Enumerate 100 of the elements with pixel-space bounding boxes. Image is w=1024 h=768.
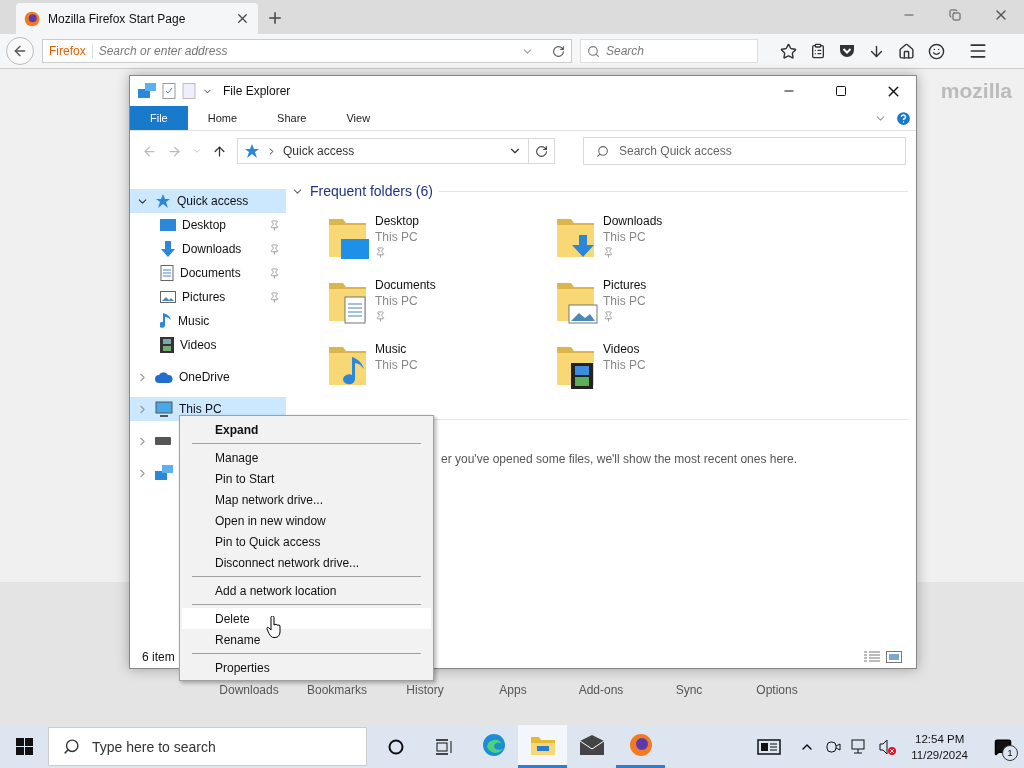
document-icon — [160, 265, 174, 281]
search-field[interactable]: Search Quick access — [583, 137, 906, 165]
browser-wave-icon — [481, 733, 506, 757]
large-icons-view-icon[interactable] — [886, 651, 902, 663]
new-tab-icon[interactable] — [266, 9, 284, 27]
star-icon — [155, 193, 171, 209]
search-field[interactable]: Search — [580, 39, 758, 63]
picture-icon — [160, 290, 176, 304]
menu-item[interactable]: Map network drive... — [182, 489, 431, 510]
nav-item[interactable]: Videos — [130, 333, 286, 357]
restore-icon[interactable] — [949, 9, 961, 21]
folder-location: This PC — [603, 229, 647, 245]
launcher-label[interactable]: Downloads — [205, 683, 293, 697]
menu-item[interactable]: Open in new window — [182, 510, 431, 531]
circle-icon[interactable] — [387, 738, 404, 755]
address-field[interactable]: Firefox Search or enter address — [42, 39, 572, 63]
bookmark-star-icon[interactable] — [780, 42, 797, 60]
search-icon — [596, 144, 609, 158]
hand-cursor-icon — [266, 616, 282, 638]
windows-logo-icon[interactable] — [15, 738, 33, 755]
folder-name[interactable]: Downloads — [603, 213, 663, 229]
reload-icon[interactable] — [552, 44, 565, 58]
firefox-logo-icon — [628, 733, 653, 757]
up-icon[interactable] — [212, 143, 227, 159]
folder-name[interactable]: Pictures — [603, 277, 647, 293]
launcher-label[interactable]: Bookmarks — [293, 683, 381, 697]
folder-name[interactable]: Videos — [603, 341, 646, 357]
launcher-label[interactable]: Add-ons — [557, 683, 645, 697]
back-icon[interactable] — [12, 43, 28, 59]
network-icon — [138, 83, 156, 99]
search-icon — [63, 738, 80, 755]
search-icon — [587, 44, 600, 58]
folder-location: This PC — [375, 357, 418, 373]
menu-item[interactable]: Pin to Start — [182, 468, 431, 489]
browser-tab[interactable]: Mozilla Firefox Start Page — [16, 3, 258, 34]
film-icon — [160, 337, 174, 353]
cloud-icon — [155, 371, 173, 383]
folder-name[interactable]: Desktop — [375, 213, 420, 229]
section-title[interactable]: Frequent folders (6) — [310, 183, 433, 199]
item-count: 6 item — [142, 650, 175, 664]
launcher-label[interactable]: Sync — [645, 683, 733, 697]
menu-item[interactable]: Disconnect network drive... — [182, 552, 431, 573]
folder-location: This PC — [603, 357, 646, 373]
folder-location: This PC — [603, 293, 647, 309]
computer-icon — [155, 401, 173, 417]
ribbon-tab[interactable]: Share — [257, 106, 327, 130]
refresh-icon[interactable] — [535, 144, 548, 158]
news-icon[interactable] — [757, 738, 782, 755]
window-title: File Explorer — [223, 84, 292, 98]
launcher-label[interactable]: Options — [733, 683, 821, 697]
close-tab-icon[interactable] — [235, 11, 250, 26]
recent-files-hint: er you've opened some files, we'll show the most recent ones here. — [441, 452, 799, 466]
nav-item[interactable]: Downloads — [130, 237, 286, 261]
nav-item[interactable]: Pictures — [130, 285, 286, 309]
taskbar-search-field[interactable]: Type here to search — [48, 727, 367, 766]
download-arrow-icon — [160, 241, 176, 257]
ribbon-tab[interactable]: File — [130, 106, 188, 130]
folder-location: This PC — [375, 229, 419, 245]
home-icon[interactable] — [898, 42, 915, 60]
ribbon-tab[interactable]: Home — [187, 106, 258, 130]
camera-icon[interactable] — [825, 738, 842, 755]
folder-name[interactable]: Documents — [375, 277, 436, 293]
menu-item[interactable]: Rename — [182, 629, 431, 650]
task-view-icon[interactable] — [435, 738, 454, 755]
star-icon — [244, 143, 260, 159]
properties-icon[interactable] — [162, 83, 176, 99]
clock[interactable]: 12:54 PM 11/29/2024 — [911, 730, 968, 763]
menu-item[interactable]: Properties — [182, 657, 431, 678]
launcher-label[interactable]: Apps — [469, 683, 557, 697]
nav-item[interactable]: OneDrive — [130, 365, 286, 389]
menu-item[interactable]: Pin to Quick access — [182, 531, 431, 552]
clipboard-icon[interactable] — [810, 43, 826, 59]
menu-item[interactable]: Delete — [182, 608, 431, 629]
desktop-icon — [160, 218, 176, 232]
network-icon — [155, 465, 173, 481]
muted-speaker-icon[interactable] — [879, 738, 898, 755]
help-icon[interactable] — [895, 109, 912, 127]
nav-item[interactable]: Quick access — [130, 189, 286, 213]
folder-icon — [530, 735, 555, 755]
smiley-icon[interactable] — [928, 42, 945, 60]
menu-item[interactable]: Manage — [182, 447, 431, 468]
envelope-icon — [579, 735, 604, 755]
music-note-icon — [160, 313, 172, 329]
nav-item[interactable]: Desktop — [130, 213, 286, 237]
maximize-icon[interactable] — [835, 85, 847, 97]
launcher-label[interactable]: History — [381, 683, 469, 697]
nav-item[interactable]: Documents — [130, 261, 286, 285]
menu-item[interactable]: Add a network location — [182, 580, 431, 601]
nav-item[interactable]: Music — [130, 309, 286, 333]
notifications-button[interactable]: 1 — [990, 732, 1016, 761]
taskbar-app-button[interactable] — [518, 725, 567, 768]
address-bar[interactable]: Quick access — [237, 138, 529, 164]
folder-name[interactable]: Music — [375, 341, 418, 357]
ribbon-tab[interactable]: View — [326, 106, 391, 130]
menu-item[interactable]: Expand — [182, 419, 431, 440]
refresh-button[interactable] — [529, 138, 555, 164]
menu-icon[interactable] — [968, 41, 988, 61]
pocket-icon[interactable] — [839, 43, 855, 59]
drive-icon — [155, 437, 171, 445]
folder-location: This PC — [375, 293, 419, 309]
